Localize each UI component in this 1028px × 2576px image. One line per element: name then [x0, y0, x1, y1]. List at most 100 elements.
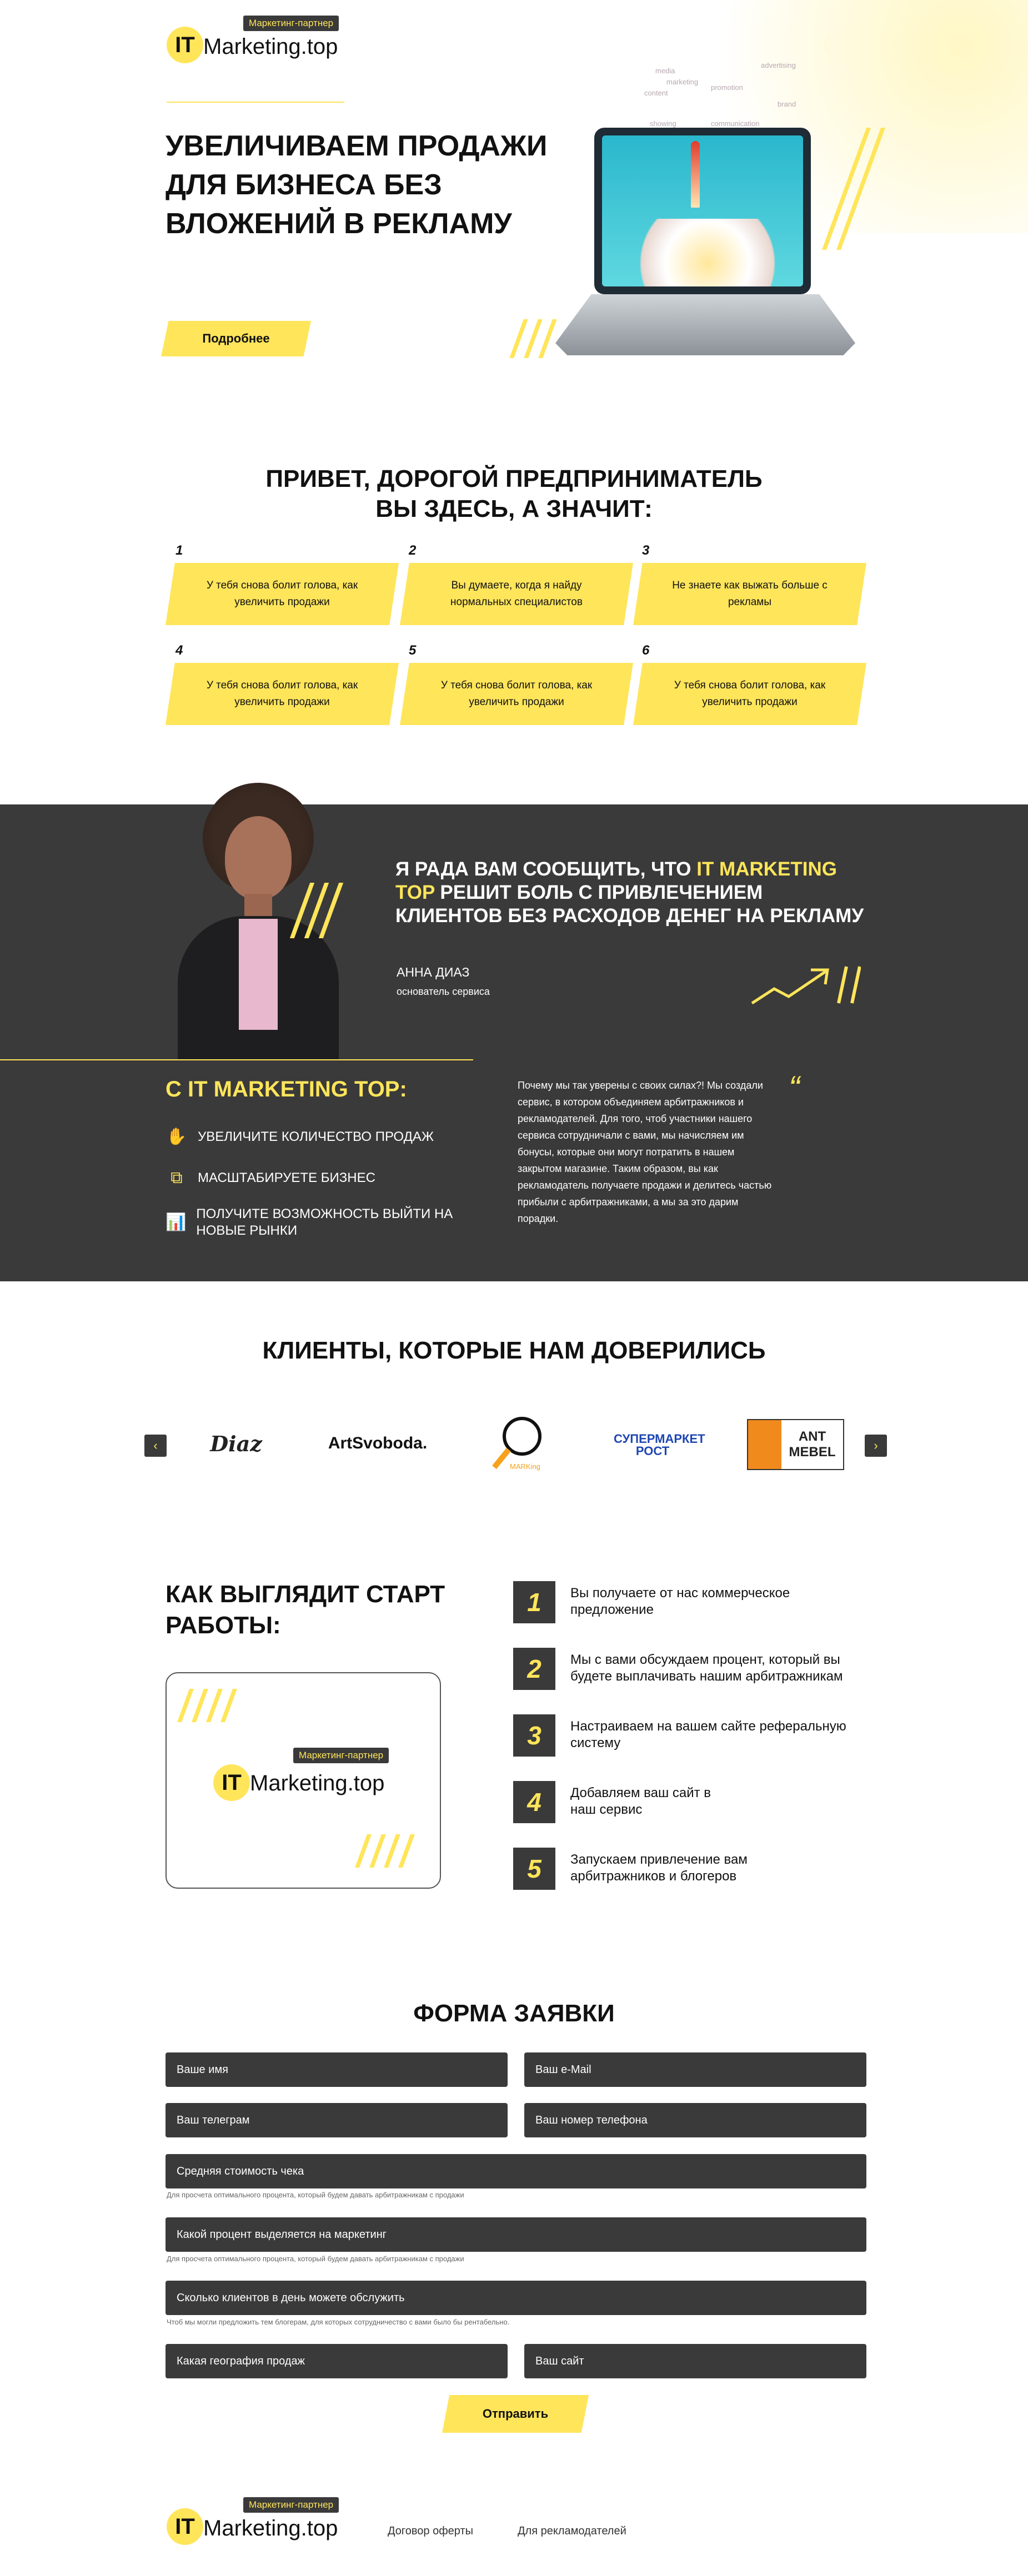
pain-card: Не знаете как выжать больше с рекламы: [633, 563, 866, 625]
founder-role: основатель сервиса: [397, 986, 490, 997]
marketing-percent-field[interactable]: Какой процент выделяется на маркетинг: [166, 2217, 866, 2252]
logo-it-text: IT: [175, 32, 195, 57]
clients-per-day-hint: Чтоб мы могли предложить тем блогерам, д…: [167, 2318, 510, 2326]
card-stripes-top: [177, 1689, 241, 1722]
step-text: Мы с вами обсуждаем процент, который вы …: [570, 1652, 843, 1684]
step-number: 4: [513, 1781, 555, 1823]
benefit-label: Получите возможность выйти на новые рынк…: [196, 1206, 453, 1238]
founder-quote: Я рада вам сообщить, что IT MARKETING TO…: [395, 858, 873, 928]
avg-check-field[interactable]: Средняя стоимость чека: [166, 2154, 866, 2188]
client-logo-text: СУПЕРМАРКЕТ РОСТ: [614, 1432, 705, 1458]
pain-card: У тебя снова болит голова, как увеличить…: [400, 663, 633, 725]
more-button[interactable]: Подробнее: [161, 321, 311, 356]
stripes-decor-right: [821, 128, 886, 250]
pain-card: У тебя снова болит голова, как увеличить…: [166, 563, 399, 625]
quote-text-start: Я рада вам сообщить, что: [395, 858, 697, 880]
avg-check-hint: Для просчета оптимального процента, кото…: [167, 2191, 464, 2199]
pain-card: Вы думаете, когда я найду нормальных спе…: [400, 563, 633, 625]
steps-logo-card: Маркетинг-партнер IT Marketing.top: [166, 1672, 441, 1889]
step-text: Вы получаете от нас коммерческое предлож…: [570, 1586, 790, 1617]
card-logo-it-circle: IT: [213, 1764, 250, 1801]
laptop-base: [555, 294, 855, 355]
geo-field[interactable]: Какая география продаж: [166, 2344, 508, 2378]
benefit-item: ⧉ Масштабируете бизнес: [166, 1167, 375, 1189]
step-number: 5: [513, 1848, 555, 1890]
card-logo-it-text: IT: [222, 1770, 242, 1795]
quote-text-end: решит боль с привлечением клиентов без р…: [395, 882, 864, 927]
step-number: 3: [513, 1714, 555, 1757]
site-field[interactable]: Ваш сайт: [524, 2344, 866, 2378]
benefit-label: Увеличите количество продаж: [198, 1129, 434, 1144]
advertisers-link[interactable]: Для рекламодателей: [518, 2525, 626, 2538]
laptop-screen: [594, 128, 811, 294]
logo-name: Marketing.top: [203, 34, 338, 59]
hero-title: Увеличиваем продажи для бизнеса без влож…: [166, 130, 548, 240]
benefits-text: Почему мы так уверены с своих силах?! Мы…: [518, 1080, 772, 1224]
hand-coin-icon: ✋: [166, 1128, 187, 1146]
footer-logo-it-text: IT: [175, 2514, 195, 2539]
client-logo-text: Diaz: [210, 1431, 262, 1456]
marketing-percent-hint: Для просчета оптимального процента, кото…: [167, 2255, 464, 2263]
chart-icon: 📊: [166, 1213, 187, 1231]
founder-name: Анна Диаз: [397, 965, 470, 979]
footer-logo-it-circle: IT: [167, 2508, 203, 2545]
client-logo-ant: ANT MEBEL: [747, 1419, 844, 1470]
card-logo-badge: Маркетинг-партнер: [293, 1748, 389, 1763]
founder-stripes: [289, 883, 344, 938]
benefits-title: С IT MARKETING TOP:: [166, 1077, 407, 1101]
card-logo-name: Marketing.top: [250, 1771, 385, 1795]
card-number: 1: [175, 543, 183, 558]
pain-card: У тебя снова болит голова, как увеличить…: [633, 663, 866, 725]
client-logo-artsvoboda: ArtSvoboda.: [322, 1410, 433, 1477]
quote-mark-icon: “: [789, 1069, 800, 1106]
card-number: 4: [175, 643, 183, 658]
card-stripes-bottom: [355, 1834, 419, 1868]
clients-title: Клиенты, которые нам доверились: [262, 1337, 766, 1364]
client-logo-diaz: Diaz: [189, 1410, 283, 1477]
logo-it-circle: IT: [167, 27, 203, 63]
steps-title: Как выглядит старт работы:: [166, 1581, 445, 1639]
step-text: Настраиваем на вашем сайте реферальную с…: [570, 1719, 846, 1750]
client-logo-rost: СУПЕРМАРКЕТ РОСТ: [611, 1426, 705, 1465]
benefit-item: 📊 Получите возможность выйти на новые рын…: [166, 1206, 477, 1239]
intro-title-line1: Привет, дорогой предприниматель: [265, 465, 763, 492]
client-logo-text: ArtSvoboda.: [328, 1434, 428, 1452]
submit-button[interactable]: Отправить: [442, 2395, 589, 2433]
header-logo[interactable]: Маркетинг-партнер IT Marketing.top: [167, 11, 350, 67]
client-logo-marking: MARKing: [478, 1410, 561, 1477]
scale-icon: ⧉: [171, 1169, 183, 1187]
phone-field[interactable]: Ваш номер телефона: [524, 2103, 866, 2137]
benefit-label: Масштабируете бизнес: [198, 1170, 375, 1185]
client-logo-text: ANT MEBEL: [789, 1429, 836, 1460]
growth-arrow-icon: [750, 963, 861, 1008]
carousel-next-button[interactable]: ›: [865, 1435, 887, 1457]
email-field[interactable]: Ваш e-Mail: [524, 2052, 866, 2087]
card-number: 6: [642, 643, 650, 658]
clients-per-day-field[interactable]: Сколько клиентов в день можете обслужить: [166, 2281, 866, 2315]
card-number: 3: [642, 543, 650, 558]
step-text: Добавляем ваш сайт в наш сервис: [570, 1785, 711, 1817]
client-logo-text: MARKing: [510, 1462, 540, 1471]
stripes-decor-left: [509, 319, 560, 358]
hero-divider: [167, 102, 344, 103]
footer-logo[interactable]: Маркетинг-партнер IT Marketing.top: [167, 2493, 350, 2548]
logo-badge: Маркетинг-партнер: [243, 16, 339, 31]
word-cloud: media marketing content promotion showin…: [644, 61, 796, 128]
telegram-field[interactable]: Ваш телеграм: [166, 2103, 508, 2137]
intro-title-line2: вы здесь, а значит:: [375, 495, 653, 522]
carousel-prev-button[interactable]: ‹: [144, 1435, 167, 1457]
offer-link[interactable]: Договор оферты: [388, 2525, 473, 2538]
pain-card: У тебя снова болит голова, как увеличить…: [166, 663, 399, 725]
footer-logo-badge: Маркетинг-партнер: [243, 2497, 339, 2513]
section-divider: [0, 1059, 473, 1060]
step-number: 1: [513, 1581, 555, 1623]
step-text: Запускаем привлечение вам арбитражников …: [570, 1852, 748, 1884]
form-title: Форма заявки: [413, 2000, 615, 2027]
name-field[interactable]: Ваше имя: [166, 2052, 508, 2087]
card-number: 2: [409, 543, 417, 558]
step-number: 2: [513, 1648, 555, 1690]
hero-illustration: media marketing content promotion showin…: [509, 44, 886, 378]
card-number: 5: [409, 643, 417, 658]
benefit-item: ✋ Увеличите количество продаж: [166, 1126, 434, 1148]
footer-logo-name: Marketing.top: [203, 2516, 338, 2540]
